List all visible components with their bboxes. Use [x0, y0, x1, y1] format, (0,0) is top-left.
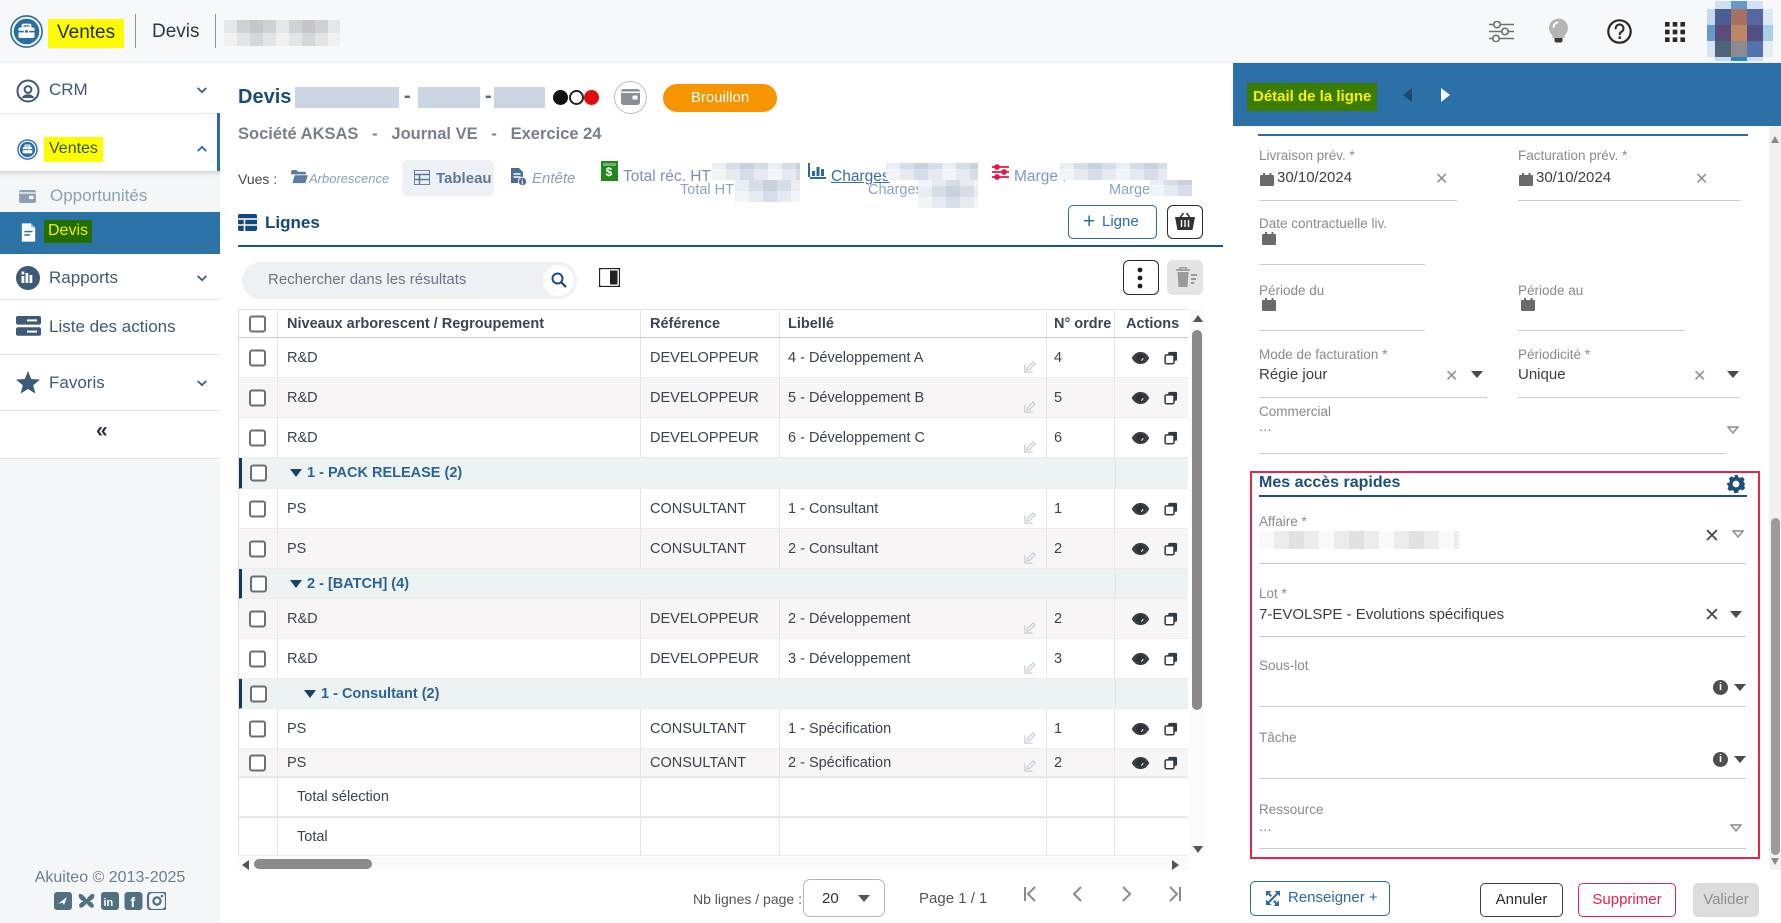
svg-text:i: i: [521, 179, 523, 186]
svg-text:f: f: [131, 894, 136, 910]
svg-text:in: in: [104, 897, 114, 909]
svg-text:$: $: [606, 165, 613, 179]
